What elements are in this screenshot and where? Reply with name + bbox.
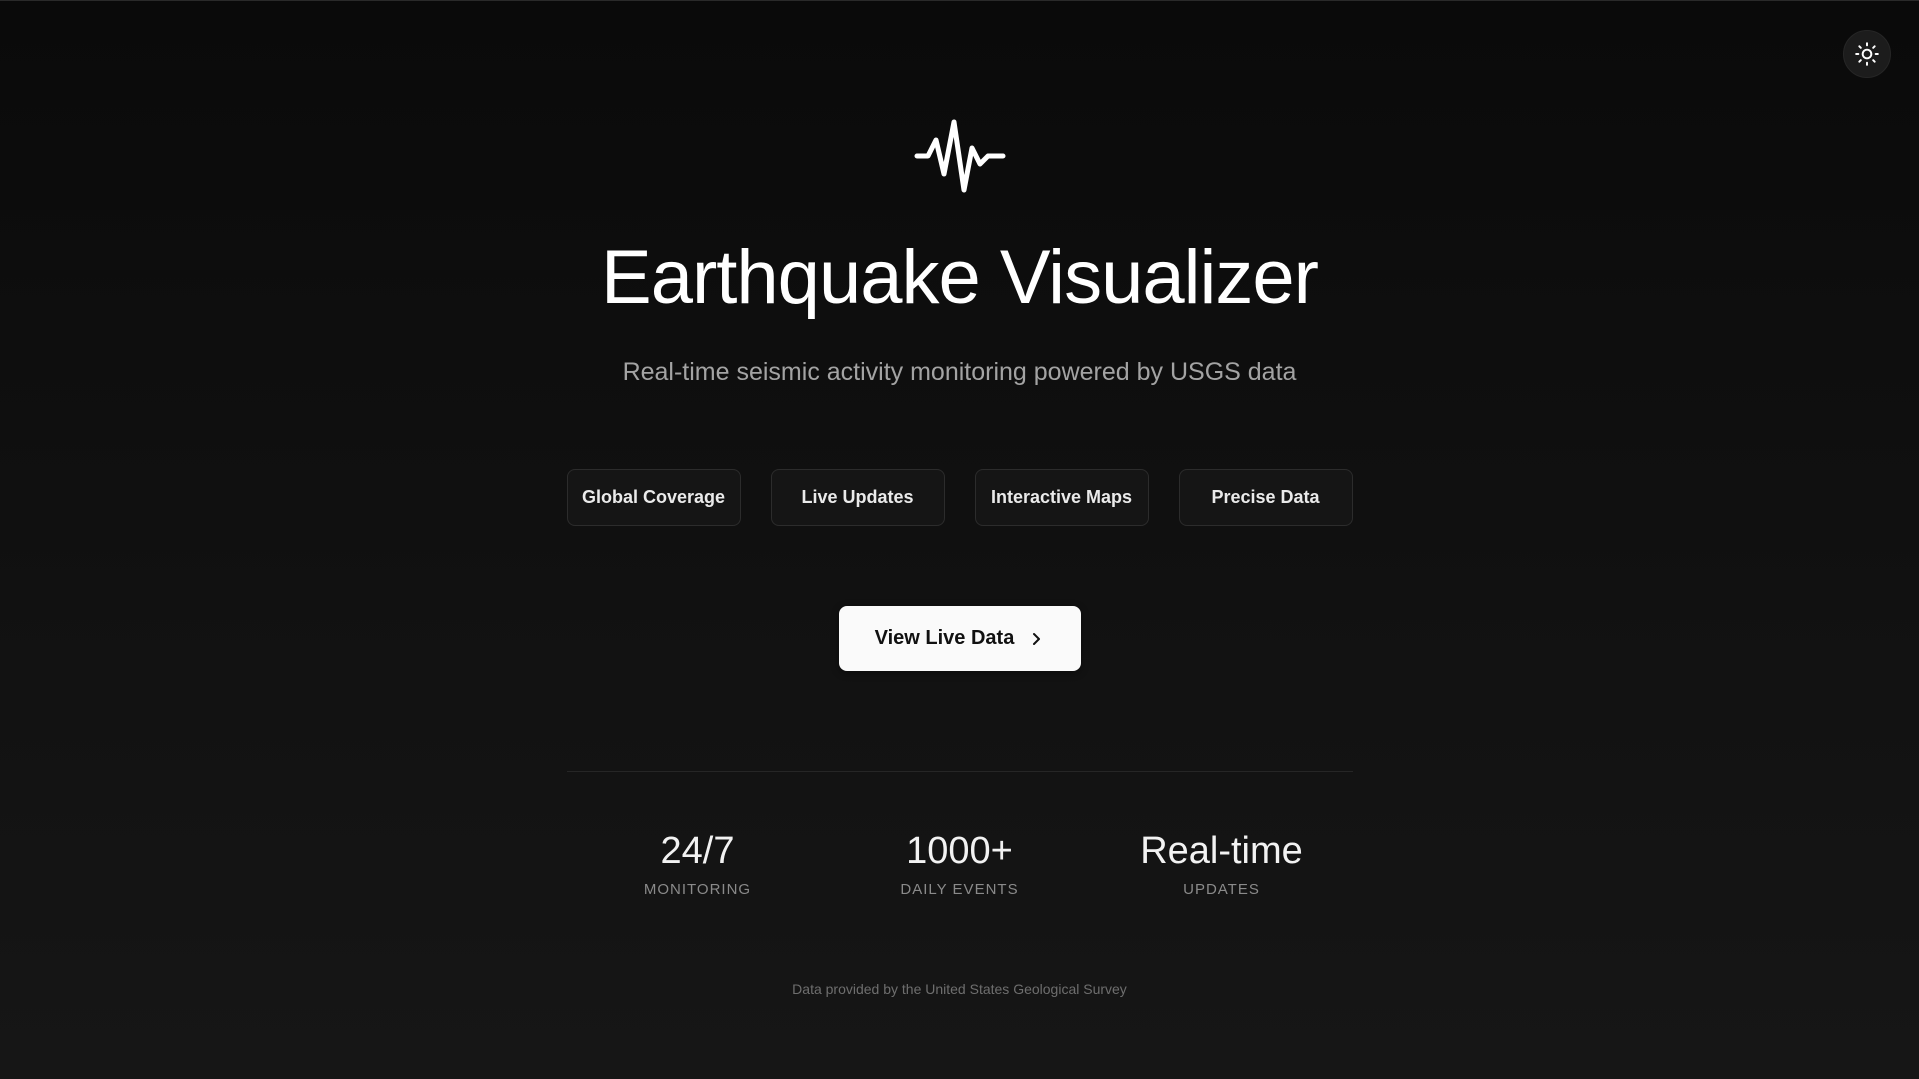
stats-row: 24/7 MONITORING 1000+ DAILY EVENTS Real-… [567, 832, 1353, 897]
stat-daily-events: 1000+ DAILY EVENTS [829, 832, 1091, 897]
stat-updates: Real-time UPDATES [1091, 832, 1353, 897]
stat-value: 1000+ [906, 830, 1013, 872]
stat-label: DAILY EVENTS [900, 881, 1019, 898]
stat-label: MONITORING [643, 881, 752, 898]
stat-label: UPDATES [1183, 881, 1260, 898]
section-divider [566, 771, 1353, 772]
stat-value: Real-time [1140, 830, 1303, 872]
page-subtitle: Real-time seismic activity monitoring po… [622, 358, 1297, 386]
stat-monitoring: 24/7 MONITORING [567, 832, 829, 897]
feature-list: Global Coverage Live Updates Interactive… [566, 469, 1353, 526]
page-title: Earthquake Visualizer [601, 235, 1319, 320]
feature-global-coverage[interactable]: Global Coverage [566, 469, 741, 526]
feature-interactive-maps[interactable]: Interactive Maps [974, 469, 1149, 526]
feature-live-updates[interactable]: Live Updates [770, 469, 945, 526]
stat-value: 24/7 [660, 830, 735, 872]
view-live-data-button[interactable]: View Live Data [838, 606, 1081, 671]
chevron-right-icon [1033, 633, 1041, 645]
footer-attribution: Data provided by the United States Geolo… [792, 981, 1127, 997]
seismic-wave-icon [914, 119, 1005, 193]
feature-precise-data[interactable]: Precise Data [1178, 469, 1353, 526]
hero-section: Earthquake Visualizer Real-time seismic … [0, 0, 1919, 997]
view-live-data-label: View Live Data [874, 627, 1015, 649]
